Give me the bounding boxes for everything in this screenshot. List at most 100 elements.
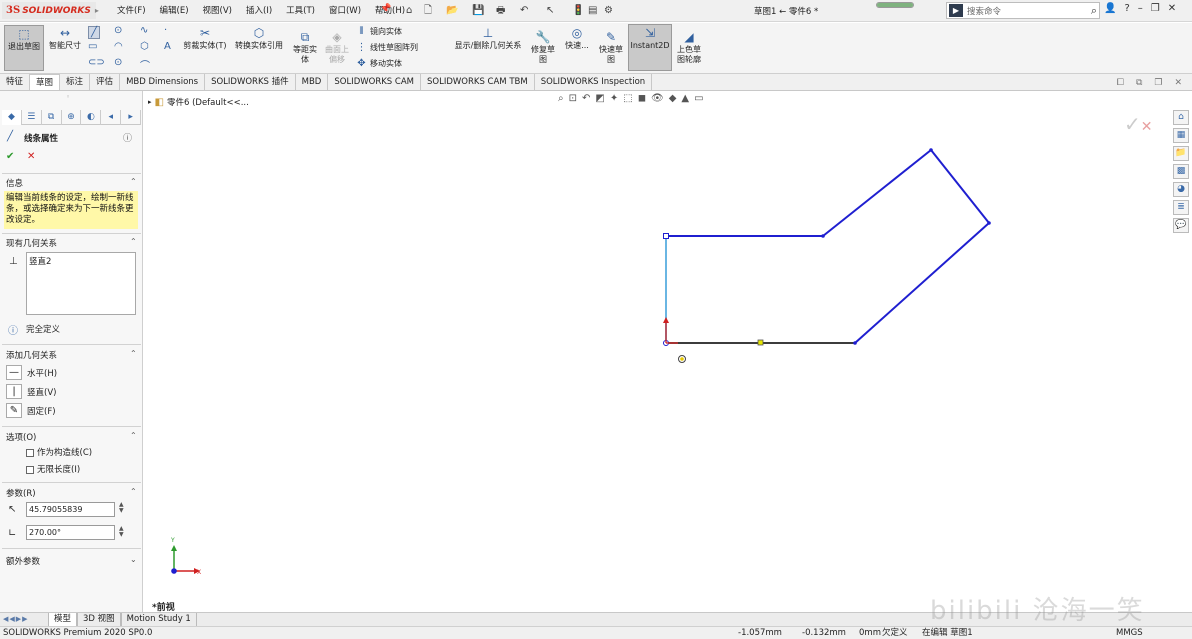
panel-grip-icon[interactable]: ◦ <box>66 93 70 101</box>
tab-motion-study[interactable]: Motion Study 1 <box>120 613 197 626</box>
surface-offset-button[interactable]: ◈ 曲面上偏移 <box>322 29 352 65</box>
doc-restore-icon[interactable]: ⧉ <box>1136 78 1142 88</box>
extra-params-title[interactable]: 额外参数 <box>6 555 40 567</box>
exit-sketch-button[interactable]: ⬚ 退出草图 <box>4 25 44 71</box>
polygon-tool-icon[interactable]: ⬡ <box>140 41 149 52</box>
angle-spinner-icon[interactable]: ▲ ▼ <box>119 526 124 538</box>
infinite-length-checkbox[interactable]: 无限长度(I) <box>26 463 80 475</box>
chevron-right-icon[interactable]: ▸ <box>148 98 152 106</box>
chevron-up-icon[interactable]: ⌃ <box>130 349 137 358</box>
section-view-icon[interactable]: ◩ <box>595 93 604 104</box>
display-style-icon[interactable]: ◼ <box>638 93 646 104</box>
quick-snaps-button[interactable]: ◎ 快速... <box>562 25 592 51</box>
sketch-line-upper-slant[interactable] <box>822 149 932 237</box>
spline-tool-icon[interactable]: ∿ <box>140 25 148 36</box>
ok-check-icon[interactable]: ✔ <box>6 151 14 162</box>
status-units[interactable]: MMGS <box>1116 627 1143 639</box>
tab-features[interactable]: 特征 <box>0 74 31 90</box>
sketch-point[interactable] <box>821 234 825 238</box>
existing-relations-list[interactable]: 竖直2 <box>26 252 136 315</box>
design-library-icon[interactable]: ▦ <box>1173 128 1189 143</box>
rapid-sketch-button[interactable]: ✎ 快速草图 <box>596 29 626 65</box>
feature-tree-tab-icon[interactable]: ☰ <box>22 110 42 125</box>
rectangle-tool-icon[interactable]: ▭ <box>88 41 97 52</box>
feature-tree-flyout[interactable]: ▸ ◧ 零件6 (Default<<... <box>148 96 249 109</box>
property-manager-tab-icon[interactable]: ◆ <box>2 110 22 125</box>
tab-model[interactable]: 模型 <box>48 613 78 626</box>
chevron-up-icon[interactable]: ⌃ <box>130 177 137 186</box>
confirm-cancel-icon[interactable]: ✕ <box>1141 119 1153 135</box>
tab-sketch[interactable]: 草图 <box>30 74 61 90</box>
tile-icon[interactable]: ⧠ <box>1117 78 1124 88</box>
close-icon[interactable]: ✕ <box>1168 3 1176 14</box>
solidworks-logo[interactable]: 3S SOLIDWORKS ▸ <box>2 2 99 19</box>
offset-entities-button[interactable]: ⧉ 等距实体 <box>290 29 320 65</box>
view-settings-icon[interactable]: ▭ <box>694 93 703 104</box>
dynamic-annotation-icon[interactable]: ✦ <box>610 93 618 104</box>
file-explorer-icon[interactable]: 📁 <box>1173 146 1189 161</box>
instant2d-button[interactable]: ⇲ Instant2D <box>628 24 672 71</box>
part-name[interactable]: 零件6 (Default<<... <box>167 96 249 108</box>
edit-appearance-icon[interactable]: ◆ <box>669 93 677 104</box>
menu-insert[interactable]: 插入(I) <box>239 4 279 18</box>
display-relations-button[interactable]: ⊥ 显示/删除几何关系 <box>450 25 526 51</box>
scroll-right-icon[interactable]: ▸ <box>121 110 142 125</box>
print-icon[interactable]: 🖶 <box>496 3 505 18</box>
apply-scene-icon[interactable]: ▲ <box>681 93 689 104</box>
vertical-relation-label[interactable]: 竖直(V) <box>27 386 56 398</box>
zoom-to-area-icon[interactable]: ⊡ <box>569 93 577 104</box>
view-orientation-icon[interactable]: ⬚ <box>623 93 632 104</box>
line-tool-icon[interactable]: ╱ <box>88 26 101 39</box>
sketch-point[interactable] <box>929 148 933 152</box>
pin-icon[interactable]: 📌 <box>380 4 391 14</box>
sketch-line-lower-slant[interactable] <box>854 222 990 344</box>
horizontal-relation-label[interactable]: 水平(H) <box>27 367 57 379</box>
sketch-endpoint[interactable] <box>663 233 669 239</box>
tab-mbd[interactable]: MBD <box>296 74 329 90</box>
tab-inspection[interactable]: SOLIDWORKS Inspection <box>535 74 653 90</box>
restore-icon[interactable]: ❐ <box>1151 3 1160 14</box>
smart-dimension-button[interactable]: ↔ 智能尺寸 <box>46 25 84 51</box>
ellipse-tool-icon[interactable]: ⊙ <box>114 57 122 68</box>
new-document-icon[interactable]: 🗋 <box>424 3 432 18</box>
menu-view[interactable]: 视图(V) <box>196 4 239 18</box>
rebuild-icon[interactable]: 🚦 <box>572 3 584 18</box>
pm-help-icon[interactable]: ⓘ <box>123 131 132 144</box>
fix-relation-label[interactable]: 固定(F) <box>27 405 56 417</box>
arc-tool-icon[interactable]: ◠ <box>114 41 123 52</box>
sketch-point[interactable] <box>853 341 857 345</box>
view-palette-icon[interactable]: ▩ <box>1173 164 1189 179</box>
repair-sketch-button[interactable]: 🔧 修复草图 <box>528 29 558 65</box>
tab-addins[interactable]: SOLIDWORKS 插件 <box>205 74 296 90</box>
appearances-icon[interactable]: ◕ <box>1173 182 1189 197</box>
confirm-check-icon[interactable]: ✓ <box>1124 112 1141 136</box>
chevron-up-icon[interactable]: ⌃ <box>130 237 137 246</box>
convert-entities-button[interactable]: ⬡ 转换实体引用 <box>232 25 286 51</box>
custom-properties-icon[interactable]: ≣ <box>1173 200 1189 215</box>
fillet-tool-icon[interactable]: ⌒ <box>140 57 150 72</box>
open-icon[interactable]: 📂 <box>446 3 458 18</box>
construction-checkbox[interactable]: 作为构造线(C) <box>26 446 92 458</box>
text-tool-icon[interactable]: A <box>164 41 171 52</box>
fix-relation-icon[interactable]: ✎ <box>6 403 22 418</box>
menu-tools[interactable]: 工具(T) <box>279 4 322 18</box>
forum-icon[interactable]: 💬 <box>1173 218 1189 233</box>
chevron-down-icon[interactable]: ⌄ <box>130 555 137 564</box>
confirmation-corner[interactable]: ✓✕ <box>1124 112 1153 136</box>
solidworks-resources-icon[interactable]: ⌂ <box>1173 110 1189 125</box>
display-manager-tab-icon[interactable]: ◐ <box>81 110 102 125</box>
tab-cam[interactable]: SOLIDWORKS CAM <box>328 74 421 90</box>
doc-maximize-icon[interactable]: ❐ <box>1154 78 1162 88</box>
doc-close-icon[interactable]: ✕ <box>1174 78 1182 88</box>
zoom-to-fit-icon[interactable]: ⌕ <box>558 93 564 104</box>
undo-icon[interactable]: ↶ <box>520 3 528 18</box>
previous-view-icon[interactable]: ↶ <box>582 93 590 104</box>
tab-3d-views[interactable]: 3D 视图 <box>77 613 121 626</box>
scroll-left-icon[interactable]: ◂ <box>101 110 122 125</box>
info-section-title[interactable]: 信息 <box>6 177 23 189</box>
hide-show-items-icon[interactable]: 👁 <box>651 93 664 104</box>
sketch-point[interactable] <box>987 221 991 225</box>
save-icon[interactable]: 💾 <box>472 3 484 18</box>
graphics-area[interactable]: Y X <box>144 91 1170 612</box>
tab-mbd-dimensions[interactable]: MBD Dimensions <box>120 74 206 90</box>
